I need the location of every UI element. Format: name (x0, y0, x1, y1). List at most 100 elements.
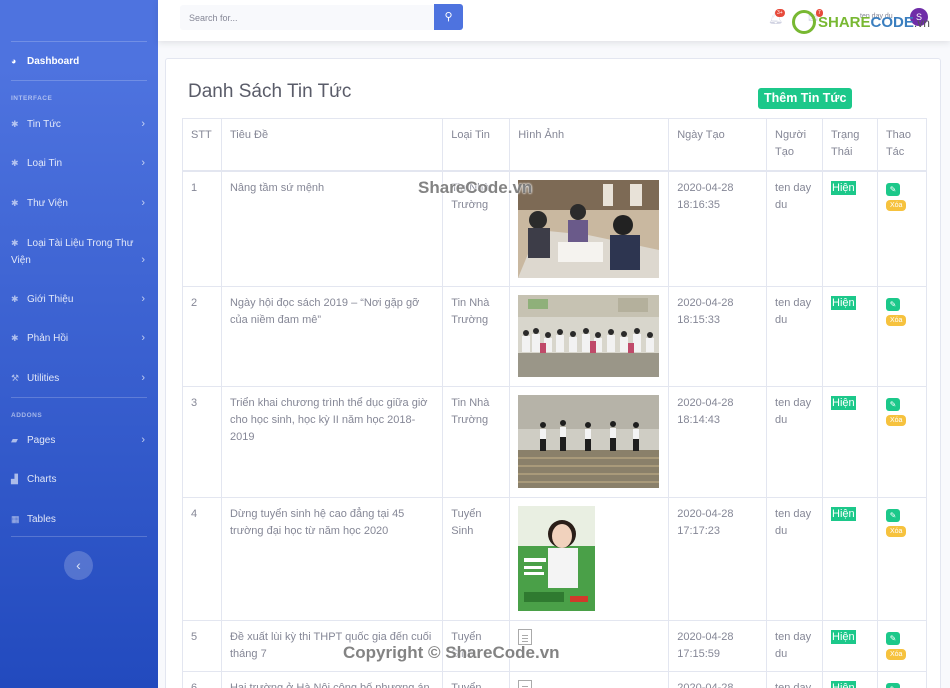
edit-button[interactable]: ✎ (885, 398, 900, 411)
logo-text: CODE (870, 13, 914, 31)
cell-type: Tin Nhà Trường (442, 386, 511, 498)
cell-stt: 6 (182, 671, 222, 688)
column-header[interactable]: Thao Tác (876, 118, 928, 172)
search-button[interactable]: ⚲ (434, 4, 463, 30)
gear-icon: ✱ (11, 198, 19, 208)
news-thumbnail (518, 506, 596, 611)
logo-mark-icon (792, 10, 816, 34)
table-row: 2 Ngày hội đọc sách 2019 – “Nơi gặp gỡ c… (182, 286, 928, 387)
chevron-right-icon: › (141, 372, 145, 384)
sidebar-toggle-button[interactable]: ‹ (64, 551, 93, 580)
sidebar-item-thu-vien[interactable]: ✱ Thư Viện › (11, 195, 147, 212)
cell-stt: 1 (182, 170, 222, 287)
sidebar-divider (11, 80, 147, 81)
column-header[interactable]: Người Tạo (766, 118, 823, 172)
status-badge[interactable]: Hiện (831, 681, 856, 688)
sidebar-item-charts[interactable]: ▟ Charts (11, 471, 147, 488)
pencil-icon: ✎ (889, 400, 897, 409)
status-badge[interactable]: Hiện (831, 296, 856, 310)
sidebar-item-phan-hoi[interactable]: ✱ Phản Hồi › (11, 330, 147, 347)
cell-type: Tin Nhà Trường (442, 286, 511, 387)
sidebar-item-loai-tin[interactable]: ✱ Loại Tin › (11, 155, 147, 172)
status-badge[interactable]: Hiện (831, 180, 856, 195)
cell-title: Triển khai chương trình thể dục giữa giờ… (220, 386, 444, 498)
add-news-button[interactable]: Thêm Tin Tức (758, 88, 853, 109)
cell-user: ten day du (766, 286, 823, 387)
sidebar-item-tables[interactable]: ▦ Tables (11, 511, 147, 528)
cell-type: Tin Nhà Trường (442, 170, 511, 287)
sidebar-item-pages[interactable]: ▰ Pages › (11, 432, 147, 449)
table-row: 1 Nâng tầm sứ mệnh Tin Nhà Trường 2020-0… (182, 170, 928, 287)
delete-button[interactable]: Xóa (885, 415, 907, 426)
cell-status: Hiện (822, 497, 878, 621)
cell-status: Hiện (822, 286, 878, 387)
cell-stt: 5 (182, 620, 222, 672)
delete-button[interactable]: Xóa (885, 315, 907, 326)
column-header[interactable]: Tiêu Đề (220, 118, 444, 172)
pencil-icon: ✎ (889, 184, 897, 194)
delete-button[interactable]: Xóa (885, 199, 907, 211)
column-header[interactable]: STT (182, 118, 222, 172)
column-header[interactable]: Ngày Tạo (668, 118, 768, 172)
cell-user: ten day du (766, 386, 823, 498)
cell-title: Đề xuất lùi kỳ thi THPT quốc gia đến cuố… (220, 620, 444, 672)
status-badge[interactable]: Hiện (831, 396, 856, 410)
gear-icon: ✱ (11, 238, 19, 248)
column-header[interactable]: Trạng Thái (822, 118, 878, 172)
cell-actions: ✎ (876, 671, 928, 688)
cell-date: 2020-04-28 17:17:23 (668, 497, 768, 621)
cell-actions: ✎ Xóa (876, 386, 928, 498)
dashboard-icon: ◕ (11, 56, 17, 66)
sidebar-item-tin-tuc[interactable]: ✱ Tin Tức › (11, 116, 147, 133)
cell-image (509, 386, 670, 498)
sidebar-item-gioi-thieu[interactable]: ✱ Giới Thiệu › (11, 291, 147, 308)
edit-button[interactable]: ✎ (885, 182, 900, 196)
cell-user: ten day du (766, 620, 823, 672)
cell-actions: ✎ Xóa (876, 620, 928, 672)
cell-stt: 4 (182, 497, 222, 621)
column-header[interactable]: Hình Ảnh (509, 118, 670, 172)
edit-button[interactable]: ✎ (885, 683, 900, 688)
pencil-icon: ✎ (889, 300, 897, 309)
cell-title: Hai trường ở Hà Nội công bố phương án (220, 671, 444, 688)
cell-user: ten day du (766, 170, 823, 287)
cell-image (509, 497, 670, 621)
sidebar-heading: INTERFACE (11, 95, 53, 102)
chevron-right-icon: › (141, 293, 145, 305)
chevron-right-icon: › (141, 434, 145, 446)
edit-button[interactable]: ✎ (885, 509, 900, 522)
table-row: 6 Hai trường ở Hà Nội công bố phương án … (182, 671, 928, 688)
sidebar-item-loai-tai-lieu[interactable]: ✱ Loại Tài Liệu Trong Thư Viện › (11, 235, 147, 269)
edit-button[interactable]: ✎ (885, 298, 900, 311)
sidebar-item-utilities[interactable]: ⚒ Utilities › (11, 370, 147, 387)
cell-date: 2020-04-28 17:15:59 (668, 620, 768, 672)
sidebar-item-dashboard[interactable]: ◕ Dashboard (11, 53, 147, 70)
sidebar-divider (11, 41, 147, 42)
cell-user: ten day (766, 671, 823, 688)
table-icon: ▦ (11, 514, 20, 524)
status-badge[interactable]: Hiện (831, 630, 856, 644)
gear-icon: ✱ (11, 119, 19, 129)
chevron-right-icon: › (141, 332, 145, 344)
sidebar: ◕ Dashboard INTERFACE ✱ Tin Tức › ✱ Loại… (0, 0, 158, 688)
alerts-badge: 3+ (775, 9, 785, 17)
table-row: 5 Đề xuất lùi kỳ thi THPT quốc gia đến c… (182, 620, 928, 672)
pencil-icon: ✎ (889, 634, 897, 643)
edit-button[interactable]: ✎ (885, 632, 900, 645)
status-badge[interactable]: Hiện (831, 507, 856, 521)
cell-status: Hiện (822, 386, 878, 498)
cell-title: Dừng tuyển sinh hệ cao đẳng tại 45 trườn… (220, 497, 444, 621)
table-row: 3 Triển khai chương trình thể dục giữa g… (182, 386, 928, 498)
table-row: 4 Dừng tuyển sinh hệ cao đẳng tại 45 trư… (182, 497, 928, 621)
cell-date: 2020-04-28 18:16:35 (668, 170, 768, 287)
page-title: Danh Sách Tin Tức (188, 81, 352, 102)
search-input[interactable] (180, 5, 434, 30)
cell-status: Hiện (822, 620, 878, 672)
sidebar-heading: ADDONS (11, 412, 43, 419)
delete-button[interactable]: Xóa (885, 649, 907, 660)
delete-button[interactable]: Xóa (885, 526, 907, 537)
logo-text: .vn (913, 15, 930, 30)
broken-image-icon (518, 680, 533, 688)
column-header[interactable]: Loại Tin (442, 118, 511, 172)
cell-type: Tuyển (442, 671, 511, 688)
